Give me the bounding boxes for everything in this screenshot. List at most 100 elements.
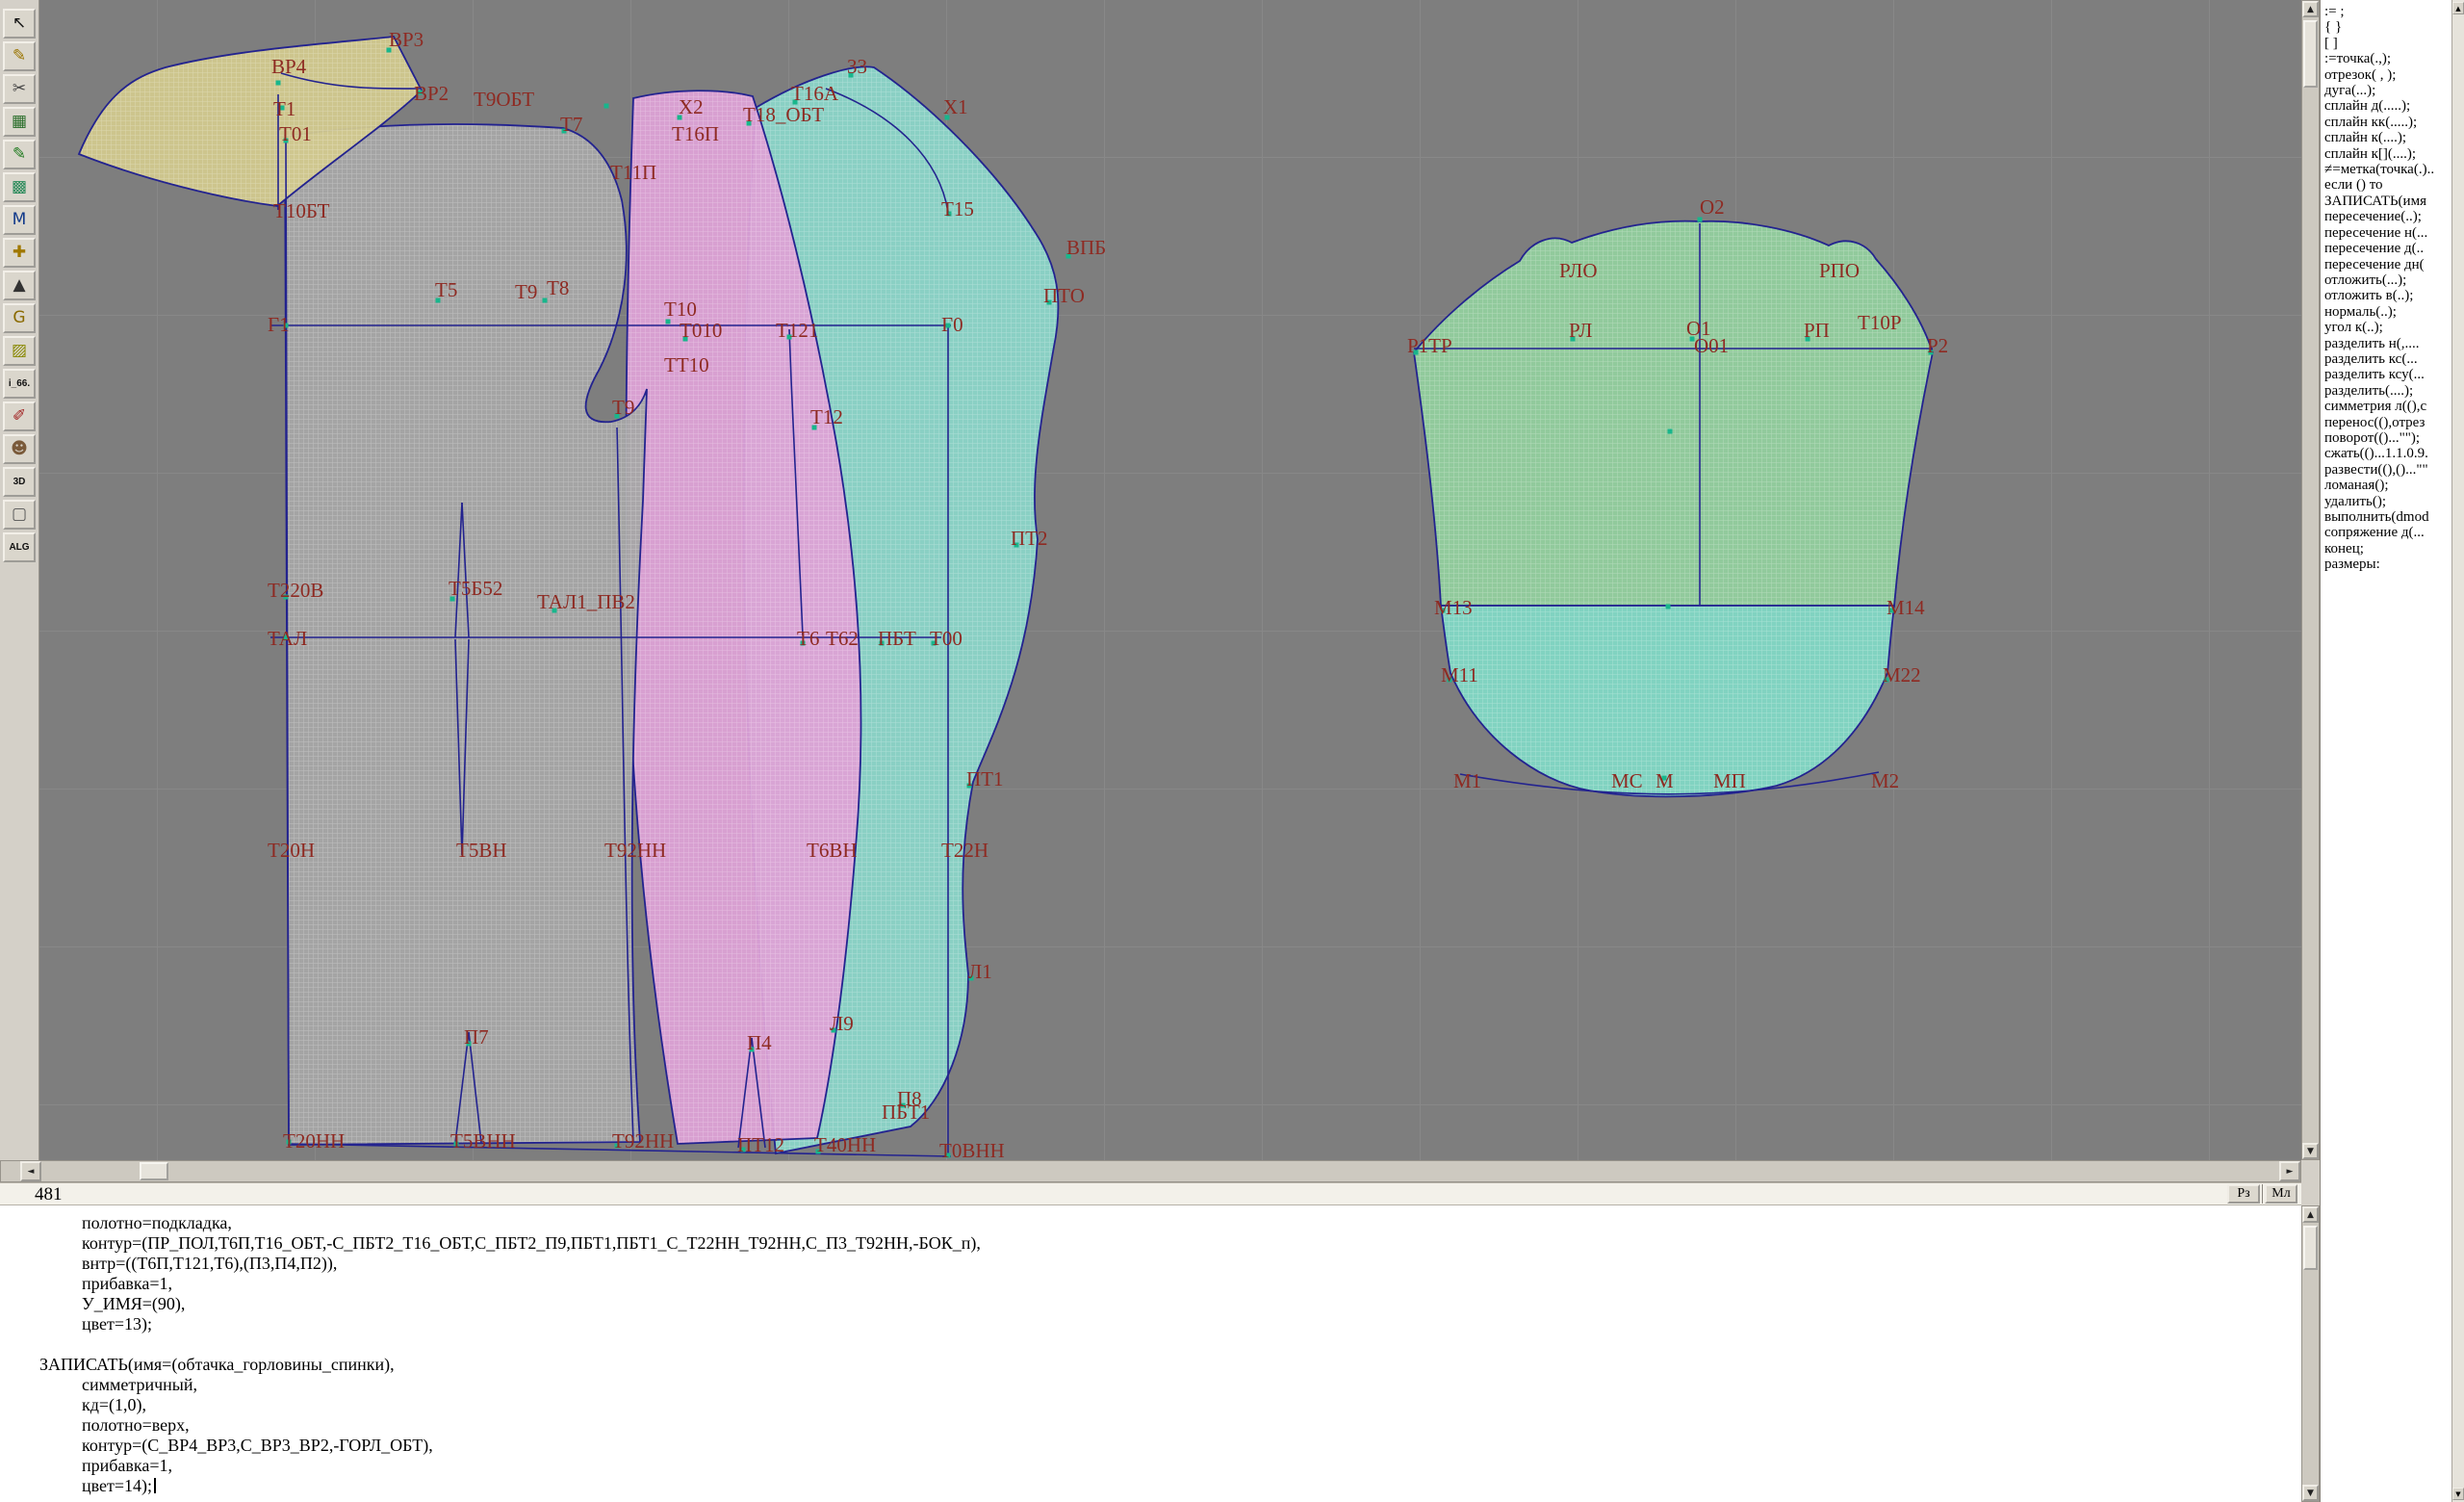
canvas-scroll-up-button[interactable]: ▲ — [2302, 1, 2319, 17]
code-line[interactable]: прибавка=1, — [0, 1274, 2301, 1294]
command-item[interactable]: выполнить(dmod — [2324, 509, 2451, 525]
command-item[interactable]: сжать(()...1.1.0.9. — [2324, 446, 2451, 461]
command-item[interactable]: сплайн д(.....); — [2324, 98, 2451, 114]
tool-geometry[interactable]: G — [3, 303, 36, 333]
code-line[interactable]: полотно=верх, — [0, 1415, 2301, 1436]
editor-scroll-down-button[interactable]: ▼ — [2302, 1485, 2319, 1501]
pattern-label: Т92НН — [612, 1129, 674, 1152]
tool-scale-label[interactable]: i_66. — [3, 369, 36, 399]
algorithm-icon: ALG — [9, 543, 29, 553]
tool-palette[interactable]: ▨ — [3, 336, 36, 366]
canvas-vertical-scrollbar[interactable]: ▲ ▼ — [2301, 0, 2320, 1160]
editor-vertical-scrollbar[interactable]: ▲ ▼ — [2301, 1205, 2320, 1502]
pane-button-rz[interactable]: Рз — [2227, 1184, 2260, 1204]
command-item[interactable]: сплайн к(....); — [2324, 130, 2451, 145]
command-item[interactable]: дуга(...); — [2324, 83, 2451, 98]
command-item[interactable]: отрезок( , ); — [2324, 67, 2451, 83]
code-line[interactable]: прибавка=1, — [0, 1456, 2301, 1476]
command-item[interactable]: нормаль(..); — [2324, 304, 2451, 320]
editor-vertical-scroll-thumb[interactable] — [2303, 1226, 2318, 1270]
code-editor[interactable]: полотно=подкладка,контур=(ПР_ПОЛ,Т6П,Т16… — [0, 1205, 2301, 1502]
code-line[interactable]: симметричный, — [0, 1375, 2301, 1395]
code-line[interactable]: полотно=подкладка, — [0, 1213, 2301, 1233]
tool-draw[interactable]: ✎ — [3, 140, 36, 169]
tool-point[interactable]: ▲ — [3, 271, 36, 300]
code-line[interactable]: кд=(1,0), — [0, 1395, 2301, 1415]
pattern-canvas[interactable]: ВР3ВР4ВР2Т9ОБТТ7Т1Т01Т10БТХ2Т16ПТ18_ОБТТ… — [0, 0, 2464, 1160]
tool-brush[interactable]: ✐ — [3, 401, 36, 431]
tool-knife[interactable]: ✂ — [3, 74, 36, 104]
code-line[interactable] — [0, 1334, 2301, 1355]
portrait-icon: ☻ — [11, 441, 28, 457]
code-line[interactable]: цвет=14); — [0, 1476, 2301, 1496]
code-line[interactable]: ЗАПИСАТЬ(имя=(обтачка_горловины_спинки), — [0, 1355, 2301, 1375]
command-item[interactable]: := ; — [2324, 4, 2451, 19]
command-item[interactable]: сопряжение д(... — [2324, 525, 2451, 540]
command-item[interactable]: угол к(..); — [2324, 320, 2451, 335]
down-arrow-icon: ▼ — [2307, 1147, 2314, 1156]
pattern-label: Т5Б52 — [449, 577, 502, 600]
tool-hand[interactable]: ✚ — [3, 238, 36, 268]
editor-scroll-up-button[interactable]: ▲ — [2302, 1206, 2319, 1223]
command-item[interactable]: ЗАПИСАТЬ(имя — [2324, 194, 2451, 209]
tool-view-3d[interactable]: 3D — [3, 467, 36, 497]
piece-back-panel[interactable] — [285, 124, 647, 1145]
command-item[interactable]: разделить кс(... — [2324, 351, 2451, 367]
command-item[interactable]: сплайн кк(.....); — [2324, 115, 2451, 130]
command-item[interactable]: разделить(....); — [2324, 383, 2451, 399]
command-item[interactable]: пересечение д(.. — [2324, 241, 2451, 256]
code-line[interactable]: контур=(С_ВР4_ВР3,С_ВР3_ВР2,-ГОРЛ_ОБТ), — [0, 1436, 2301, 1456]
tool-algorithm[interactable]: ALG — [3, 532, 36, 562]
command-item[interactable]: сплайн к[](....); — [2324, 146, 2451, 162]
command-item[interactable]: пересечение н(... — [2324, 225, 2451, 241]
command-scroll-down-button[interactable]: ▼ — [2452, 1488, 2464, 1500]
command-item[interactable]: разделить ксу(... — [2324, 367, 2451, 382]
command-item[interactable]: удалить(); — [2324, 494, 2451, 509]
command-item[interactable]: перенос((),отрез — [2324, 415, 2451, 430]
command-item[interactable]: ломаная(); — [2324, 478, 2451, 493]
pattern-label: Т5ВНН — [450, 1129, 516, 1152]
pattern-label: ПБТ1 — [882, 1101, 930, 1124]
command-item[interactable]: поворот(()...""); — [2324, 430, 2451, 446]
pattern-label: Л1 — [968, 960, 992, 983]
command-item[interactable]: отложить(...); — [2324, 272, 2451, 288]
pane-buttons: Рз Мл — [2227, 1184, 2297, 1204]
tool-grid[interactable]: ▦ — [3, 107, 36, 137]
command-item[interactable]: пересечение дн( — [2324, 257, 2451, 272]
command-item[interactable]: [ ] — [2324, 36, 2451, 51]
tool-fill[interactable]: ▩ — [3, 172, 36, 202]
tool-pencil[interactable]: ✎ — [3, 41, 36, 71]
tool-measure[interactable]: M — [3, 205, 36, 235]
canvas-scroll-right-button[interactable]: ► — [2279, 1161, 2300, 1181]
pattern-label: М2 — [1871, 769, 1899, 792]
command-item[interactable]: отложить в(..); — [2324, 288, 2451, 303]
command-item[interactable]: разделить н(,.... — [2324, 336, 2451, 351]
pane-button-ml[interactable]: Мл — [2265, 1184, 2297, 1204]
pattern-label: Т9ОБТ — [474, 88, 534, 111]
canvas-horizontal-scrollbar[interactable]: ◄ ► — [0, 1160, 2301, 1182]
command-item[interactable]: :=точка(.,); — [2324, 51, 2451, 66]
canvas-scroll-down-button[interactable]: ▼ — [2302, 1143, 2319, 1159]
command-panel-scrollbar[interactable]: ▲ ▼ — [2451, 0, 2464, 1502]
fill-icon: ▩ — [12, 179, 27, 195]
command-item[interactable]: размеры: — [2324, 557, 2451, 572]
command-item[interactable]: если () то — [2324, 177, 2451, 193]
command-scroll-up-button[interactable]: ▲ — [2452, 2, 2464, 14]
tool-sheet[interactable]: ▢ — [3, 500, 36, 530]
command-item[interactable]: ≠=метка(точка(.).. — [2324, 162, 2451, 177]
canvas-scroll-left-button[interactable]: ◄ — [20, 1161, 41, 1181]
command-item[interactable]: развести((),()..."" — [2324, 462, 2451, 478]
command-item[interactable]: пересечение(..); — [2324, 209, 2451, 224]
code-line[interactable]: цвет=13); — [0, 1314, 2301, 1334]
canvas-vertical-scroll-thumb[interactable] — [2303, 20, 2318, 88]
code-line[interactable]: внтр=((Т6П,Т121,Т6),(П3,П4,П2)), — [0, 1254, 2301, 1274]
canvas-horizontal-scroll-thumb[interactable] — [140, 1162, 168, 1180]
command-item[interactable]: симметрия л((),с — [2324, 399, 2451, 414]
command-item[interactable]: конец; — [2324, 541, 2451, 557]
tool-portrait[interactable]: ☻ — [3, 434, 36, 464]
code-line[interactable]: У_ИМЯ=(90), — [0, 1294, 2301, 1314]
tool-select[interactable]: ↖ — [3, 9, 36, 39]
pattern-label: Т10Р — [1858, 311, 1902, 334]
command-item[interactable]: { } — [2324, 19, 2451, 35]
code-line[interactable]: контур=(ПР_ПОЛ,Т6П,Т16_ОБТ,-С_ПБТ2_Т16_О… — [0, 1233, 2301, 1254]
